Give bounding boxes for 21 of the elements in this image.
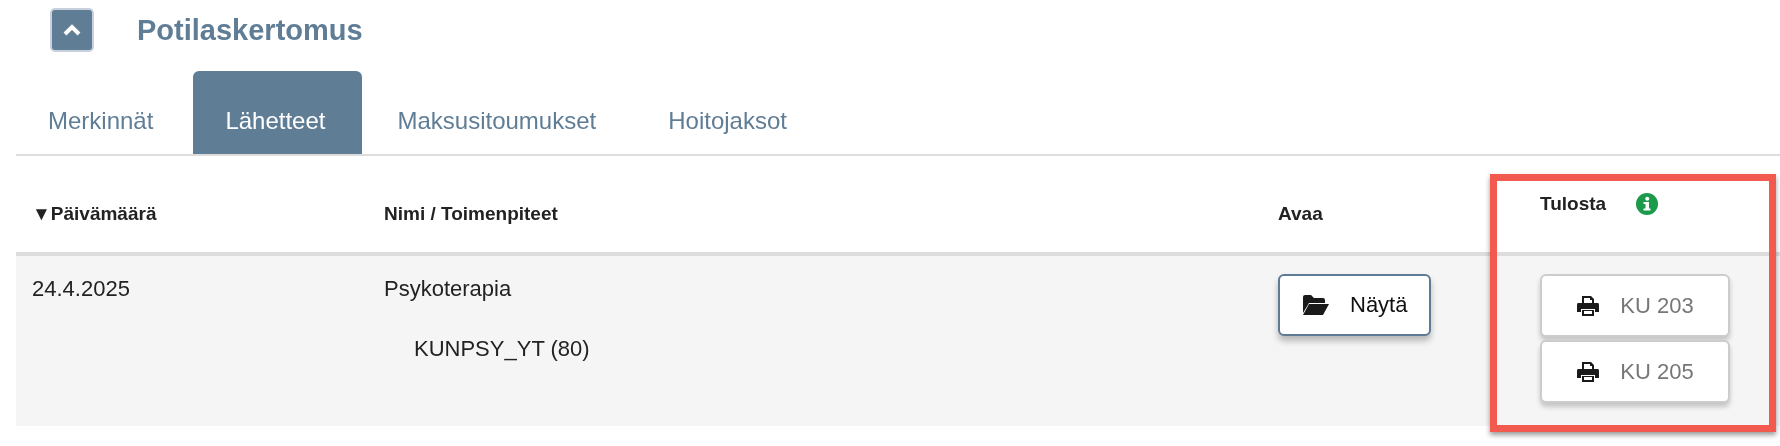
referral-name: Psykoterapia — [384, 276, 512, 302]
show-button[interactable]: Näytä — [1278, 274, 1432, 336]
column-header: Avaa — [1278, 203, 1323, 225]
info-icon[interactable] — [1636, 193, 1659, 215]
procedure-code: KUNPSY_YT (80) — [414, 336, 591, 362]
chevron-icon — [62, 23, 82, 37]
printer-icon — [1576, 360, 1601, 383]
print-button[interactable]: KU 205 — [1540, 340, 1730, 403]
folder-icon — [1302, 294, 1330, 316]
column-header[interactable]: ▼Päivämäärä — [32, 203, 157, 225]
printer-icon — [1576, 294, 1601, 317]
tab[interactable]: Hoitojaksot — [636, 71, 824, 154]
tab[interactable]: Maksusitoumukset — [365, 71, 634, 154]
print-button[interactable]: KU 203 — [1540, 274, 1730, 337]
tab[interactable]: Merkinnät — [16, 71, 191, 154]
section-title: Potilaskertomus — [137, 13, 363, 47]
tab[interactable]: Lähetteet — [193, 71, 363, 154]
date-cell: 24.4.2025 — [32, 276, 130, 302]
column-header: Tulosta — [1540, 193, 1607, 215]
column-header: Nimi / Toimenpiteet — [384, 203, 558, 225]
collapse-button[interactable] — [50, 8, 94, 52]
